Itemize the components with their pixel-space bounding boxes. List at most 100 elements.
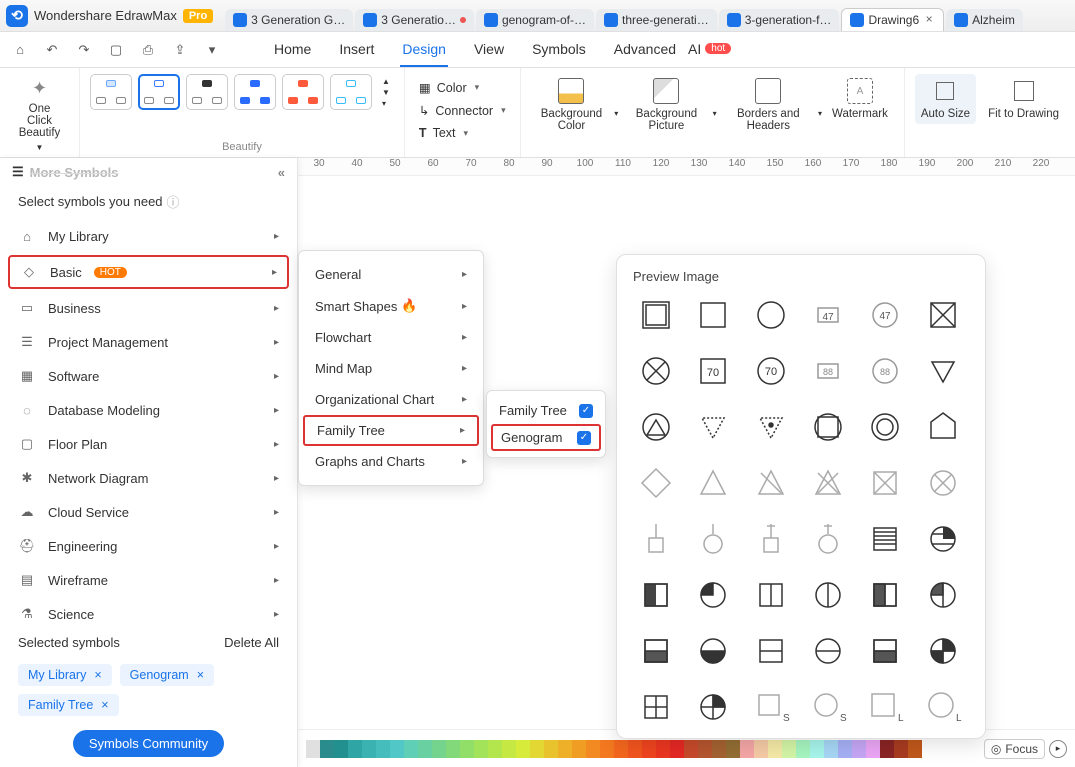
borders-drop[interactable]: ▾: [818, 109, 822, 136]
category-project-management[interactable]: ☰Project Management▸: [0, 325, 297, 359]
color-swatch[interactable]: [628, 740, 642, 758]
color-swatch[interactable]: [572, 740, 586, 758]
category-software[interactable]: ▦Software▸: [0, 359, 297, 393]
submenu-organizational-chart[interactable]: Organizational Chart▸: [299, 384, 483, 415]
checkbox-checked-icon[interactable]: ✓: [579, 404, 593, 418]
save-icon[interactable]: ▢: [104, 38, 128, 62]
symbol-thumb[interactable]: [748, 292, 794, 338]
style-6[interactable]: [330, 74, 372, 110]
gallery-more[interactable]: ▾: [382, 99, 390, 108]
symbol-thumb[interactable]: L: [862, 684, 908, 730]
symbol-thumb[interactable]: [690, 292, 736, 338]
color-swatch[interactable]: [740, 740, 754, 758]
style-gallery[interactable]: ▲ ▼ ▾: [90, 74, 394, 110]
color-swatch[interactable]: [642, 740, 656, 758]
doc-tab[interactable]: Drawing6×: [841, 8, 944, 31]
color-swatch[interactable]: [908, 740, 922, 758]
symbol-thumb[interactable]: [748, 460, 794, 506]
color-swatch[interactable]: [446, 740, 460, 758]
color-swatch[interactable]: [418, 740, 432, 758]
tab-design[interactable]: Design: [400, 33, 448, 67]
color-swatch[interactable]: [698, 740, 712, 758]
option-family-tree[interactable]: Family Tree✓: [487, 397, 605, 424]
color-swatch[interactable]: [516, 740, 530, 758]
color-swatch[interactable]: [320, 740, 334, 758]
color-swatch[interactable]: [544, 740, 558, 758]
color-swatch[interactable]: [348, 740, 362, 758]
symbol-thumb[interactable]: [748, 516, 794, 562]
bg-pic-drop[interactable]: ▾: [713, 109, 717, 136]
checkbox-checked-icon[interactable]: ✓: [577, 431, 591, 445]
style-2[interactable]: [138, 74, 180, 110]
submenu-family-tree[interactable]: Family Tree▸: [303, 415, 479, 446]
symbol-thumb[interactable]: 70: [748, 348, 794, 394]
chip[interactable]: Family Tree×: [18, 694, 119, 716]
symbol-thumb[interactable]: [920, 404, 966, 450]
color-swatch[interactable]: [586, 740, 600, 758]
category-engineering[interactable]: ⛑Engineering▸: [0, 529, 297, 563]
text-menu[interactable]: TText▾: [415, 124, 510, 142]
symbol-thumb[interactable]: 70: [690, 348, 736, 394]
fit-to-drawing[interactable]: Fit to Drawing: [982, 74, 1065, 124]
symbol-thumb[interactable]: [805, 516, 851, 562]
color-swatch[interactable]: [530, 740, 544, 758]
symbol-thumb[interactable]: [633, 572, 679, 618]
symbol-thumb[interactable]: [920, 628, 966, 674]
color-swatch[interactable]: [362, 740, 376, 758]
color-swatch[interactable]: [502, 740, 516, 758]
symbol-thumb[interactable]: [633, 348, 679, 394]
color-swatch[interactable]: [824, 740, 838, 758]
redo-icon[interactable]: ↷: [72, 38, 96, 62]
category-business[interactable]: ▭Business▸: [0, 291, 297, 325]
symbol-thumb[interactable]: [920, 292, 966, 338]
tab-home[interactable]: Home: [272, 33, 313, 67]
play-button[interactable]: ▸: [1049, 740, 1067, 758]
auto-size[interactable]: Auto Size: [915, 74, 976, 124]
symbol-thumb[interactable]: [690, 572, 736, 618]
category-cloud-service[interactable]: ☁Cloud Service▸: [0, 495, 297, 529]
color-swatch[interactable]: [460, 740, 474, 758]
symbol-thumb[interactable]: [805, 628, 851, 674]
color-swatch[interactable]: [880, 740, 894, 758]
color-swatch[interactable]: [390, 740, 404, 758]
symbol-thumb[interactable]: [633, 460, 679, 506]
symbol-thumb[interactable]: [862, 404, 908, 450]
color-swatch[interactable]: [684, 740, 698, 758]
submenu-graphs-and-charts[interactable]: Graphs and Charts▸: [299, 446, 483, 477]
undo-icon[interactable]: ↶: [40, 38, 64, 62]
category-database-modeling[interactable]: ◌Database Modeling▸: [0, 393, 297, 427]
tab-ai[interactable]: AI hot: [686, 33, 733, 67]
color-swatch[interactable]: [712, 740, 726, 758]
submenu-flowchart[interactable]: Flowchart▸: [299, 322, 483, 353]
color-swatch[interactable]: [810, 740, 824, 758]
doc-tab[interactable]: 3 Generation G…: [225, 9, 353, 31]
color-swatch[interactable]: [334, 740, 348, 758]
submenu-mind-map[interactable]: Mind Map▸: [299, 353, 483, 384]
symbol-thumb[interactable]: 47: [805, 292, 851, 338]
symbol-thumb[interactable]: [920, 572, 966, 618]
symbol-thumb[interactable]: 88: [862, 348, 908, 394]
one-click-beautify[interactable]: ✦ One Click Beautify ▼: [10, 74, 69, 156]
delete-all[interactable]: Delete All: [224, 635, 279, 650]
category-basic[interactable]: ◇BasicHOT▸: [8, 255, 289, 289]
category-wireframe[interactable]: ▤Wireframe▸: [0, 563, 297, 597]
symbol-thumb[interactable]: [633, 516, 679, 562]
symbol-thumb[interactable]: 88: [805, 348, 851, 394]
symbol-thumb[interactable]: [920, 516, 966, 562]
qat-more[interactable]: ▾: [200, 38, 224, 62]
symbol-thumb[interactable]: [690, 516, 736, 562]
background-color[interactable]: Background Color: [531, 74, 613, 136]
focus-button[interactable]: ◎Focus: [984, 739, 1045, 759]
remove-chip-icon[interactable]: ×: [101, 698, 108, 712]
symbol-thumb[interactable]: S: [748, 684, 794, 730]
symbol-thumb[interactable]: [862, 572, 908, 618]
color-swatch[interactable]: [306, 740, 320, 758]
symbol-thumb[interactable]: [920, 348, 966, 394]
style-5[interactable]: [282, 74, 324, 110]
option-genogram[interactable]: Genogram✓: [491, 424, 601, 451]
color-swatch[interactable]: [670, 740, 684, 758]
category-network-diagram[interactable]: ✱Network Diagram▸: [0, 461, 297, 495]
color-swatch[interactable]: [782, 740, 796, 758]
color-swatch[interactable]: [796, 740, 810, 758]
doc-tab[interactable]: genogram-of-…: [476, 9, 594, 31]
